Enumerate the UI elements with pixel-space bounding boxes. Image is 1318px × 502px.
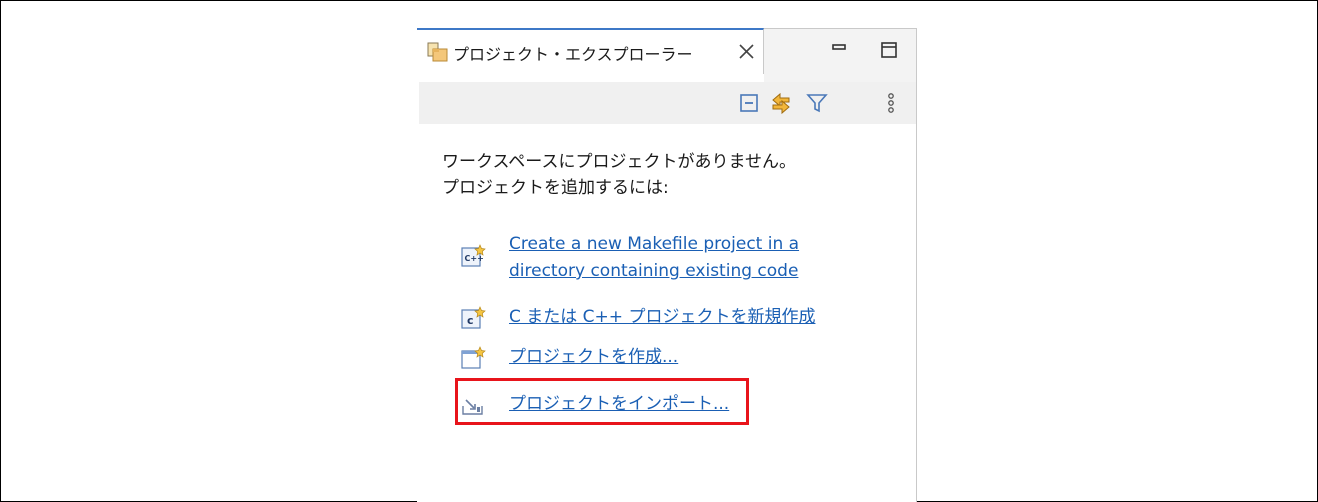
highlight-annotation-box — [455, 378, 749, 425]
empty-message-line: ワークスペースにプロジェクトがありません。 — [442, 152, 796, 172]
new-project-icon — [461, 346, 486, 369]
maximize-icon[interactable] — [878, 39, 900, 61]
view-toolbar — [419, 82, 917, 124]
view-tab-strip — [764, 28, 917, 82]
svg-text:C++: C++ — [465, 254, 484, 263]
tab-project-explorer[interactable]: プロジェクト・エクスプローラー — [417, 28, 764, 74]
tab-title: プロジェクト・エクスプローラー — [453, 45, 693, 64]
link-text-line[interactable]: directory containing existing code — [509, 258, 798, 284]
empty-message-line: プロジェクトを追加するには: — [442, 178, 669, 198]
minimize-icon[interactable] — [828, 39, 850, 61]
link-with-editor-icon[interactable] — [769, 91, 793, 115]
project-explorer-view: プロジェクト・エクスプローラー ワークスペースにプロジェクトがありません。 プロ… — [417, 28, 917, 502]
project-explorer-icon — [427, 42, 448, 62]
collapse-all-icon[interactable] — [737, 91, 761, 115]
view-border — [916, 28, 917, 502]
svg-text:c: c — [467, 314, 474, 327]
filter-icon[interactable] — [805, 91, 829, 115]
link-text-line[interactable]: Create a new Makefile project in a — [509, 231, 799, 257]
c-project-icon: c — [461, 306, 486, 329]
view-menu-icon[interactable] — [879, 91, 903, 115]
link-text-line[interactable]: プロジェクトを作成... — [509, 344, 678, 370]
link-text-line[interactable]: C または C++ プロジェクトを新規作成 — [509, 304, 815, 330]
close-icon[interactable] — [735, 38, 759, 64]
empty-workspace-message: ワークスペースにプロジェクトがありません。 プロジェクトを追加するには: — [442, 149, 796, 201]
cpp-makefile-project-icon: C++ — [461, 244, 486, 267]
